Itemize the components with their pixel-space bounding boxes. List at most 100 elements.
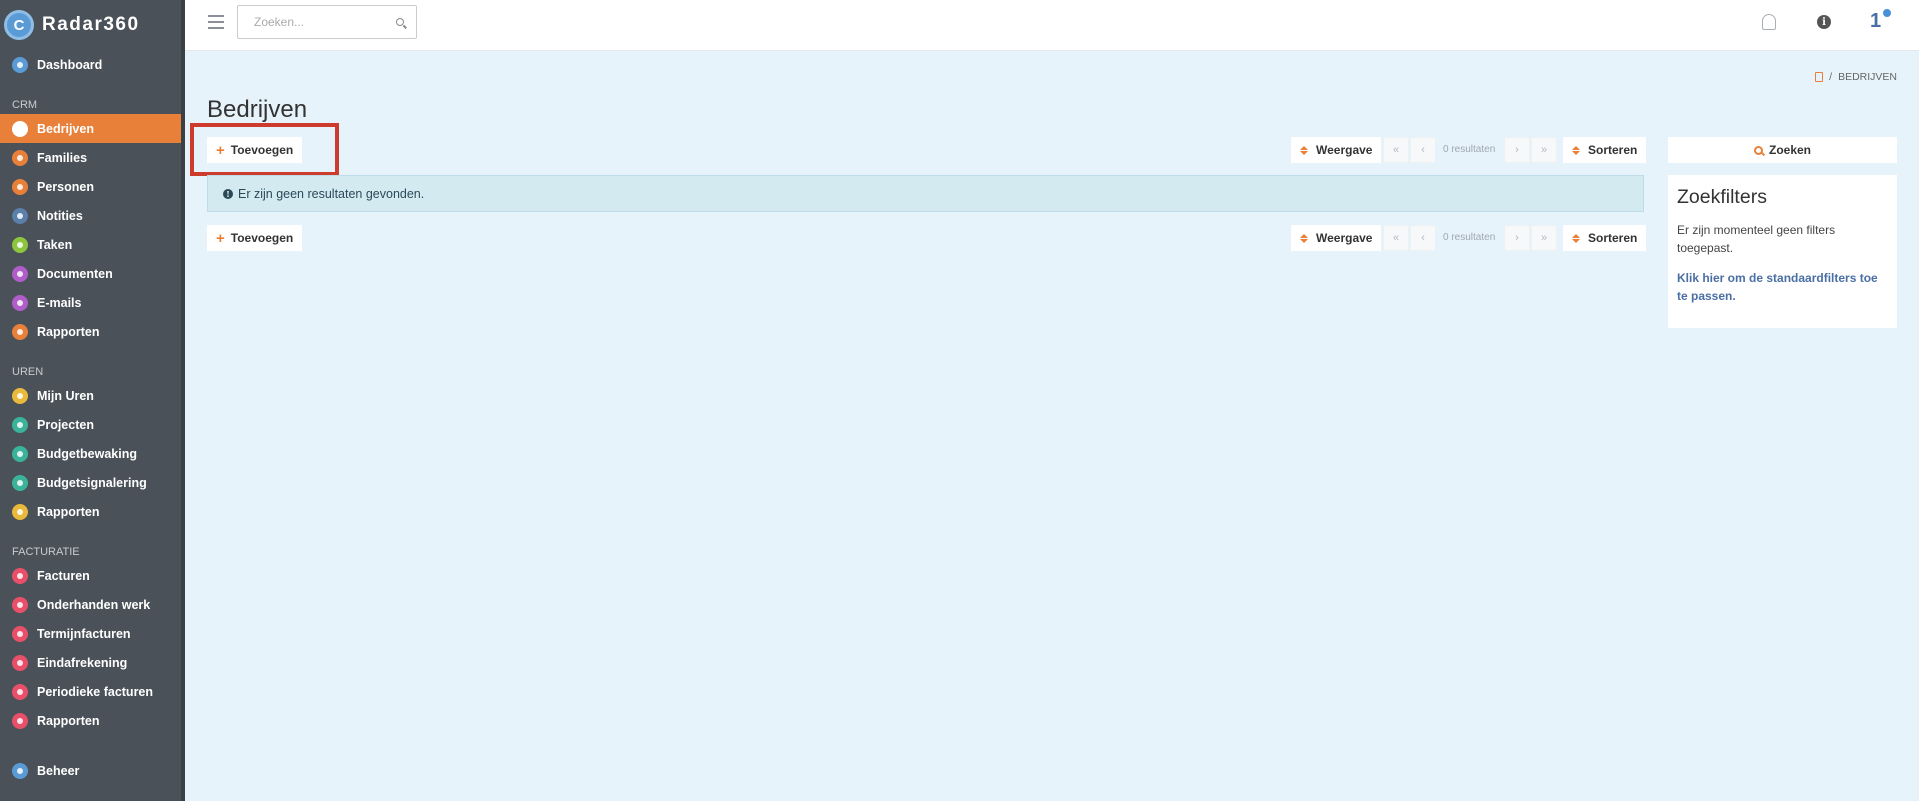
reports-icon (12, 712, 28, 729)
search-box (237, 5, 417, 39)
sidebar-item-label: Eindafrekening (37, 655, 128, 670)
last-page-button[interactable]: » (1531, 225, 1557, 251)
search-icon[interactable] (396, 18, 404, 26)
sidebar-item-dashboard[interactable]: Dashboard (0, 50, 181, 79)
dashboard-icon (12, 56, 28, 73)
view-button-bottom[interactable]: Weergave (1291, 225, 1382, 251)
results-count: 0 resultaten (1443, 232, 1496, 243)
sidebar-item-label: Rapporten (37, 504, 100, 519)
building-icon (12, 120, 28, 137)
sort-button-label: Sorteren (1588, 143, 1638, 157)
radar360-logo-icon: C (4, 10, 34, 40)
exclamation-circle-icon: ! (223, 188, 233, 199)
sidebar-item-families[interactable]: Families (0, 143, 181, 172)
view-button-label: Weergave (1316, 231, 1373, 245)
sidebar-item-beheer[interactable]: Beheer (0, 756, 181, 785)
sidebar-item-e-mails[interactable]: E-mails (0, 288, 181, 317)
notes-icon (12, 207, 28, 224)
sort-button-bottom[interactable]: Sorteren (1563, 225, 1647, 251)
final-settlement-icon (12, 654, 28, 671)
user-menu[interactable]: 1 (1870, 10, 1881, 33)
apply-default-filters-link[interactable]: Klik hier om de standaardfilters toe te … (1677, 269, 1888, 305)
add-button-label: Toevoegen (230, 231, 294, 245)
add-button-bottom[interactable]: + Toevoegen (207, 225, 303, 251)
sort-icon (1572, 145, 1580, 155)
sidebar-item-label: Onderhanden werk (37, 597, 151, 612)
sidebar-item-personen[interactable]: Personen (0, 172, 181, 201)
first-page-button[interactable]: « (1383, 225, 1409, 251)
info-icon[interactable]: i (1817, 15, 1831, 29)
filter-search-label: Zoeken (1768, 143, 1811, 157)
next-page-button[interactable]: › (1504, 225, 1530, 251)
search-icon (1753, 145, 1763, 155)
breadcrumb: / BEDRIJVEN (1815, 71, 1897, 83)
sidebar-item-notities[interactable]: Notities (0, 201, 181, 230)
plus-icon: + (216, 229, 225, 247)
sort-button[interactable]: Sorteren (1563, 137, 1647, 163)
sidebar-item-label: Dashboard (37, 57, 103, 72)
email-icon (12, 294, 28, 311)
view-button-label: Weergave (1316, 143, 1373, 157)
sidebar-item-periodieke-facturen[interactable]: Periodieke facturen (0, 677, 181, 706)
sidebar-item-label: Personen (37, 179, 94, 194)
view-button[interactable]: Weergave (1291, 137, 1382, 163)
first-page-button[interactable]: « (1383, 137, 1409, 163)
tasks-icon (12, 236, 28, 253)
sidebar-item-label: Notities (37, 208, 83, 223)
sidebar-section-crm: CRM (12, 99, 38, 111)
page-title: Bedrijven (207, 96, 308, 123)
sidebar-item-label: Beheer (37, 763, 80, 778)
sidebar-item-label: E-mails (37, 295, 82, 310)
filter-search-button[interactable]: Zoeken (1668, 137, 1897, 163)
sort-icon (1572, 233, 1580, 243)
sidebar-item-label: Rapporten (37, 713, 100, 728)
sidebar-item-mijn-uren[interactable]: Mijn Uren (0, 381, 181, 410)
add-button-label: Toevoegen (230, 143, 294, 157)
sidebar-item-rapporten[interactable]: Rapporten (0, 706, 181, 735)
sidebar-item-label: Families (37, 150, 88, 165)
sidebar-section-facturatie: FACTURATIE (12, 546, 80, 558)
periodic-invoice-icon (12, 683, 28, 700)
projects-icon (12, 416, 28, 433)
sidebar-item-eindafrekening[interactable]: Eindafrekening (0, 648, 181, 677)
sidebar-item-bedrijven[interactable]: Bedrijven (0, 114, 181, 143)
sidebar-item-rapporten[interactable]: Rapporten (0, 317, 181, 346)
person-icon (12, 178, 28, 195)
documents-icon (12, 265, 28, 282)
sidebar-section-uren: UREN (12, 366, 44, 378)
sidebar-item-label: Projecten (37, 417, 94, 432)
sidebar-item-documenten[interactable]: Documenten (0, 259, 181, 288)
menu-toggle-icon[interactable] (208, 15, 224, 29)
empty-results-message: Er zijn geen resultaten gevonden. (238, 186, 425, 201)
sidebar-item-budgetbewaking[interactable]: Budgetbewaking (0, 439, 181, 468)
sidebar-nav: Dashboard CRM Bedrijven Families Personen Not… (0, 50, 181, 785)
sidebar-item-facturen[interactable]: Facturen (0, 561, 181, 590)
plus-icon: + (216, 141, 225, 159)
prev-page-button[interactable]: ‹ (1410, 225, 1436, 251)
next-page-button[interactable]: › (1504, 137, 1530, 163)
sidebar: C Radar360 Dashboard CRM Bedrijven Families… (0, 0, 185, 801)
search-input[interactable] (238, 6, 378, 38)
brand[interactable]: C Radar360 (0, 0, 181, 50)
sidebar-item-budgetsignalering[interactable]: Budgetsignalering (0, 468, 181, 497)
sidebar-item-rapporten[interactable]: Rapporten (0, 497, 181, 526)
breadcrumb-separator: / (1829, 71, 1833, 83)
sidebar-item-onderhanden-werk[interactable]: Onderhanden werk (0, 590, 181, 619)
topbar: i 1 (185, 0, 1919, 51)
sidebar-item-taken[interactable]: Taken (0, 230, 181, 259)
last-page-button[interactable]: » (1531, 137, 1557, 163)
reports-icon (12, 503, 28, 520)
sidebar-item-projecten[interactable]: Projecten (0, 410, 181, 439)
sidebar-item-termijnfacturen[interactable]: Termijnfacturen (0, 619, 181, 648)
filters-title: Zoekfilters (1677, 186, 1767, 208)
sidebar-item-label: Documenten (37, 266, 113, 281)
signal-icon (12, 474, 28, 491)
sidebar-item-label: Mijn Uren (37, 388, 94, 403)
sidebar-item-label: Budgetsignalering (37, 475, 147, 490)
prev-page-button[interactable]: ‹ (1410, 137, 1436, 163)
home-icon[interactable] (1815, 72, 1824, 82)
families-icon (12, 149, 28, 166)
add-button[interactable]: + Toevoegen (207, 137, 303, 163)
bell-icon[interactable] (1762, 14, 1776, 30)
settings-icon (12, 762, 28, 779)
